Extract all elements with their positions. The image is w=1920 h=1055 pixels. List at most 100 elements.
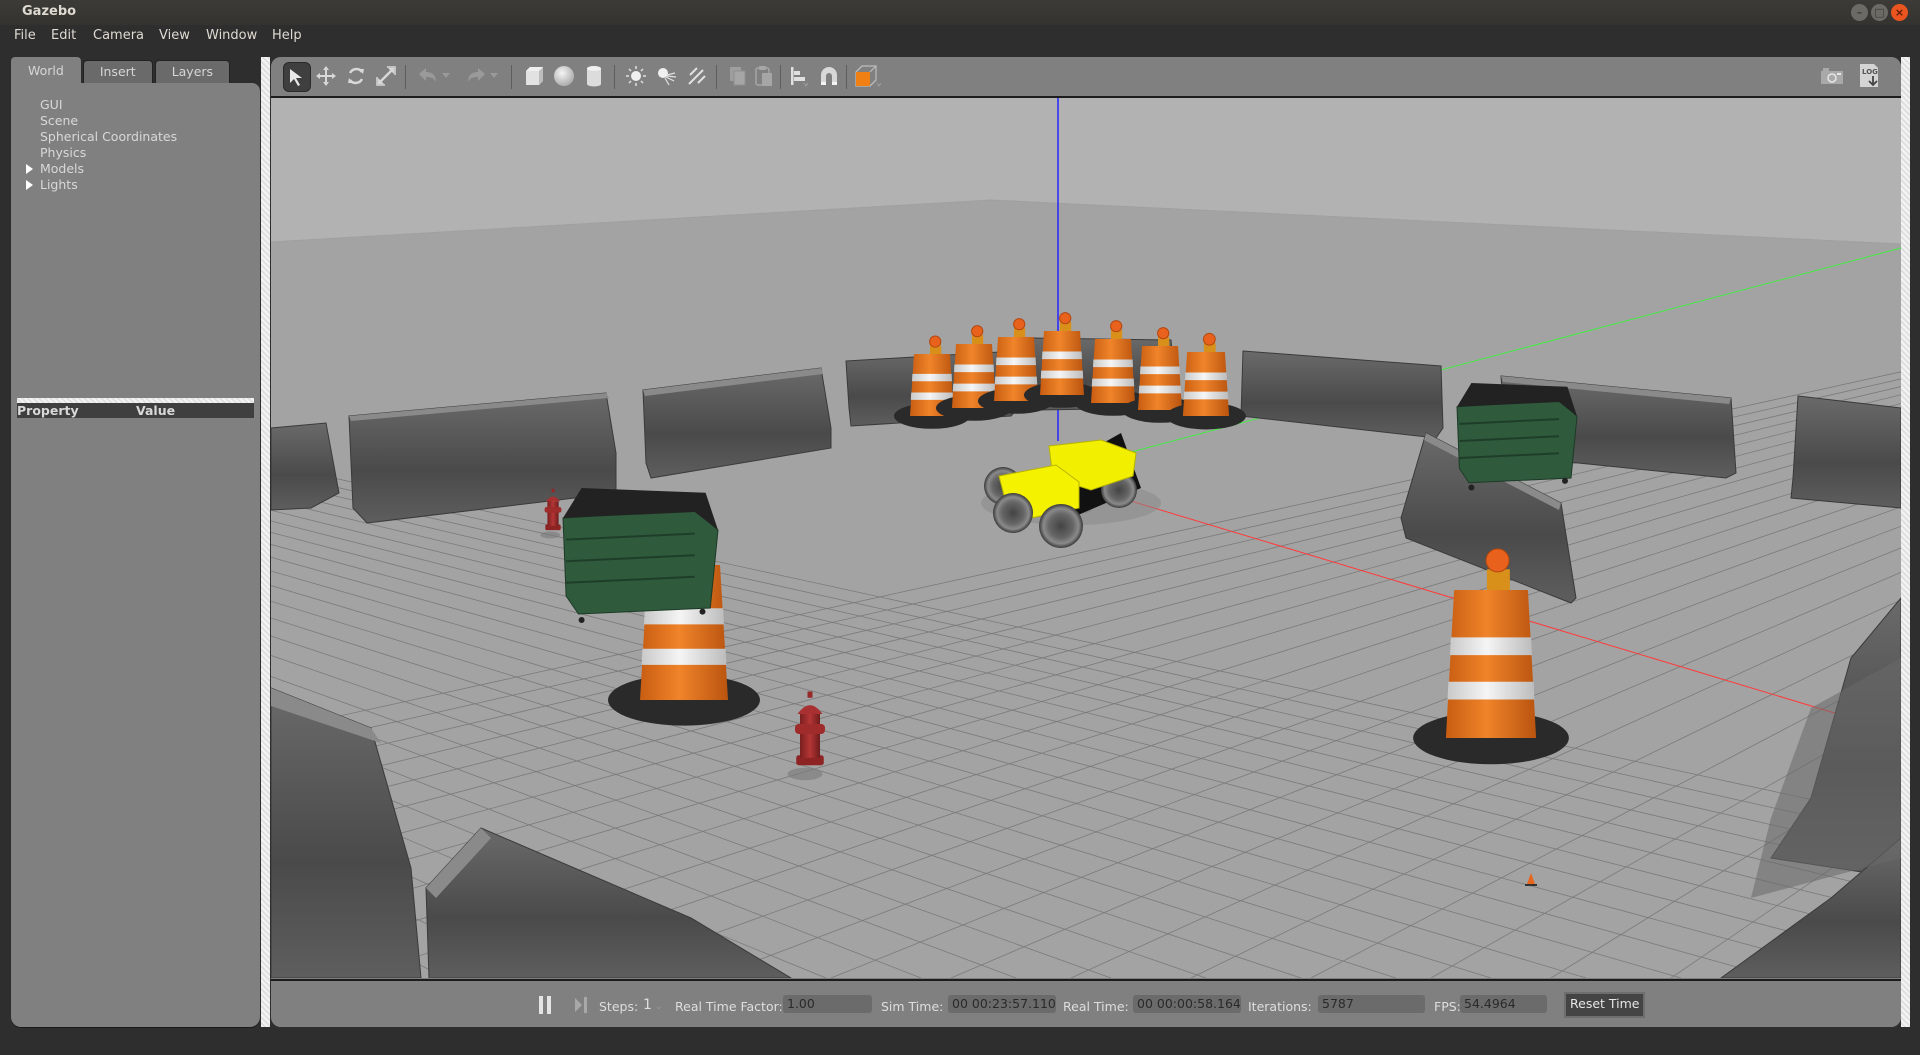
spot-light-button[interactable] <box>653 62 679 90</box>
scale-mode-button[interactable] <box>373 62 399 90</box>
align-icon <box>791 67 809 87</box>
reset-time-button[interactable]: Reset Time <box>1564 992 1646 1018</box>
chevron-down-icon <box>490 73 498 78</box>
toolbar-separator <box>405 65 406 89</box>
view-angle-icon <box>855 65 882 87</box>
undo-icon <box>419 68 436 82</box>
step-icon <box>575 997 587 1013</box>
paste-button[interactable] <box>751 62 777 90</box>
point-light-button[interactable] <box>623 62 649 90</box>
barrel-stripe <box>1185 372 1227 381</box>
tree-item-gui[interactable]: GUI <box>40 97 63 112</box>
expand-arrow-icon[interactable] <box>26 180 33 190</box>
barrel-warning-light <box>971 325 984 338</box>
main-panel: LOG Steps: 1 ⌄ Real Time Factor: 1.00 Si… <box>271 57 1901 1027</box>
barrel-stripe <box>910 392 954 400</box>
translate-mode-button[interactable] <box>313 62 339 90</box>
point-light-icon <box>626 66 646 86</box>
undo-history-dropdown[interactable] <box>439 62 453 90</box>
box-shape-button[interactable] <box>521 62 547 90</box>
translate-icon <box>316 66 336 86</box>
menu-window[interactable]: Window <box>206 28 257 43</box>
barrel-stripe <box>1040 370 1084 379</box>
tree-item-scene[interactable]: Scene <box>40 113 78 128</box>
barrel-stripe <box>641 648 727 665</box>
menu-bar: File Edit Camera View Window Help <box>0 25 1920 49</box>
dumpster-body <box>562 509 719 615</box>
barrel-stripe <box>1091 378 1135 387</box>
screenshot-camera-icon <box>1821 68 1843 84</box>
maximize-button[interactable]: □ <box>1871 4 1888 21</box>
hydrant-shadow <box>787 767 823 781</box>
value-column-header: Value <box>136 403 176 418</box>
step-button[interactable] <box>575 996 589 1014</box>
redo-history-dropdown[interactable] <box>487 62 501 90</box>
hydrant-nozzles <box>795 724 825 734</box>
sphere-icon <box>554 66 574 86</box>
left-splitter-handle[interactable] <box>261 57 270 1027</box>
3d-scene-viewport[interactable] <box>271 98 1901 978</box>
sim-time-field: 00 00:23:57.110 <box>948 995 1056 1013</box>
real-time-label: Real Time: <box>1063 999 1129 1014</box>
tree-item-models[interactable]: Models <box>26 161 84 176</box>
scale-icon <box>376 66 396 86</box>
toolbar-separator <box>846 65 847 89</box>
directional-light-button[interactable] <box>683 62 709 90</box>
menu-camera[interactable]: Camera <box>93 28 144 43</box>
tree-item-label: GUI <box>40 97 63 112</box>
right-splitter-handle[interactable] <box>1901 57 1910 1027</box>
fps-field: 54.4964 <box>1460 995 1547 1013</box>
tab-insert[interactable]: Insert <box>82 60 153 84</box>
copy-button[interactable] <box>725 62 751 90</box>
dumpster-wheel <box>1468 484 1475 491</box>
scene-render[interactable] <box>271 98 1901 978</box>
redo-icon <box>468 68 485 82</box>
sphere-shape-button[interactable] <box>551 62 577 90</box>
real-time-field: 00 00:00:58.164 <box>1133 995 1241 1013</box>
pause-button[interactable] <box>539 996 553 1014</box>
menu-help[interactable]: Help <box>272 28 302 43</box>
minimize-button[interactable]: – <box>1851 4 1868 21</box>
select-arrow-icon <box>290 69 302 86</box>
barrel-stripe <box>996 357 1036 366</box>
hydrant-body <box>800 714 820 758</box>
toolbar-separator <box>716 65 717 89</box>
log-button[interactable]: LOG <box>1858 62 1882 90</box>
toolbar-separator <box>614 65 615 89</box>
hydrant-top-nut <box>807 691 813 698</box>
dumpster-wheel <box>699 608 706 615</box>
cylinder-shape-button[interactable] <box>581 62 607 90</box>
select-mode-button[interactable] <box>283 62 311 92</box>
property-table-header: Property Value <box>17 403 254 418</box>
snap-magnet-icon <box>821 67 837 85</box>
tab-layers[interactable]: Layers <box>154 60 231 84</box>
barrel-stripe <box>1450 637 1532 656</box>
tree-item-physics[interactable]: Physics <box>40 145 86 160</box>
snap-button[interactable] <box>816 62 842 90</box>
barrel-warning-light <box>1110 320 1123 333</box>
box-icon <box>526 67 543 85</box>
log-download-icon: LOG <box>1860 64 1878 87</box>
title-bar: Gazebo – □ × <box>0 0 1920 25</box>
rotate-mode-button[interactable] <box>343 62 369 90</box>
window-title: Gazebo <box>22 4 77 19</box>
steps-spinner-icon[interactable]: ⌄ <box>655 1002 663 1012</box>
expand-arrow-icon[interactable] <box>26 164 33 174</box>
view-angle-button[interactable] <box>853 62 883 90</box>
menu-view[interactable]: View <box>159 28 190 43</box>
barrel-stripe <box>1093 359 1133 368</box>
close-button[interactable]: × <box>1891 4 1908 21</box>
hydrant-nozzles <box>544 507 562 513</box>
screenshot-button[interactable] <box>1817 62 1847 90</box>
redo-button[interactable] <box>463 62 489 90</box>
tab-world[interactable]: World <box>11 57 81 84</box>
window-controls: – □ × <box>1851 4 1908 21</box>
menu-edit[interactable]: Edit <box>51 28 76 43</box>
menu-file[interactable]: File <box>14 28 36 43</box>
steps-value[interactable]: 1 <box>643 997 652 1013</box>
hydrant-top-nut <box>551 488 555 493</box>
align-button[interactable] <box>786 62 812 90</box>
tree-item-spherical-coordinates[interactable]: Spherical Coordinates <box>40 129 177 144</box>
tree-item-lights[interactable]: Lights <box>26 177 78 192</box>
undo-button[interactable] <box>415 62 441 90</box>
